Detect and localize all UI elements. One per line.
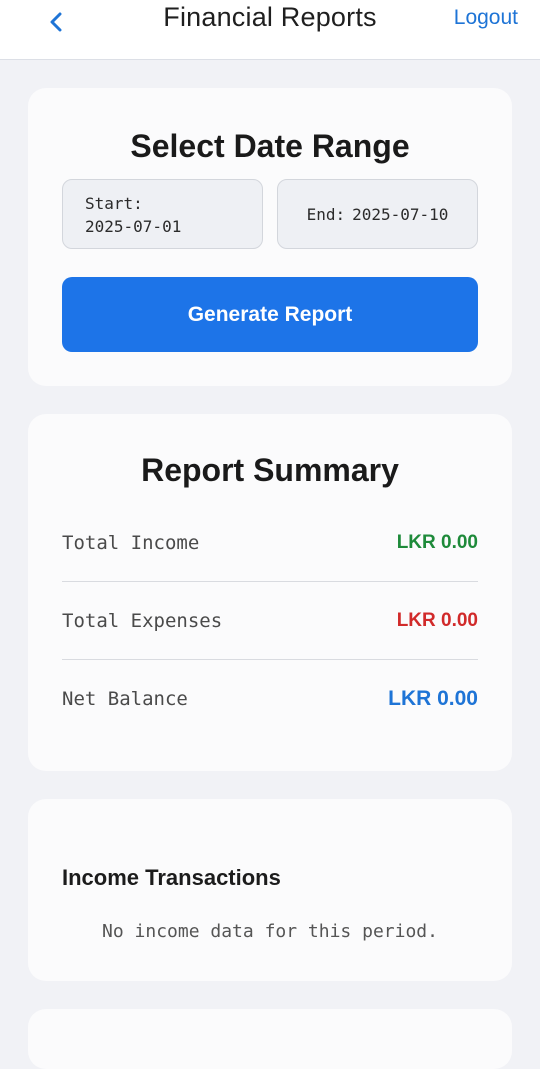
start-date-picker[interactable]: Start: 2025-07-01: [62, 179, 263, 249]
income-transactions-title: Income Transactions: [62, 865, 281, 890]
generate-report-button[interactable]: Generate Report: [62, 277, 478, 352]
net-balance-label: Net Balance: [62, 688, 188, 710]
total-expenses-label: Total Expenses: [62, 609, 223, 632]
total-income-value: LKR 0.00: [396, 531, 478, 553]
net-balance-value: LKR 0.00: [388, 687, 478, 710]
net-balance-row: Net Balance LKR 0.00: [62, 660, 478, 738]
income-transactions-card: Income Transactions No income data for t…: [28, 799, 512, 981]
end-date-picker[interactable]: End: 2025-07-10: [277, 179, 478, 249]
start-date-value: 2025-07-01: [85, 217, 182, 236]
income-empty-message: No income data for this period.: [102, 921, 438, 942]
date-range-heading: Select Date Range: [130, 128, 410, 164]
expense-transactions-card: [28, 1009, 512, 1069]
total-expenses-row: Total Expenses LKR 0.00: [62, 582, 478, 660]
logout-button[interactable]: Logout: [454, 6, 518, 30]
total-expenses-value: LKR 0.00: [396, 609, 478, 631]
report-summary-card: Report Summary Total Income LKR 0.00 Tot…: [28, 414, 512, 771]
total-income-label: Total Income: [62, 531, 200, 554]
total-income-row: Total Income LKR 0.00: [62, 504, 478, 582]
date-range-card: Select Date Range Start: 2025-07-01 End:…: [28, 88, 512, 386]
start-date-label: Start:: [85, 194, 143, 213]
end-date-value: 2025-07-10: [352, 204, 449, 224]
end-date-label: End:: [306, 204, 346, 224]
report-summary-heading: Report Summary: [141, 452, 399, 488]
app-header: Financial Reports Logout: [0, 0, 540, 60]
